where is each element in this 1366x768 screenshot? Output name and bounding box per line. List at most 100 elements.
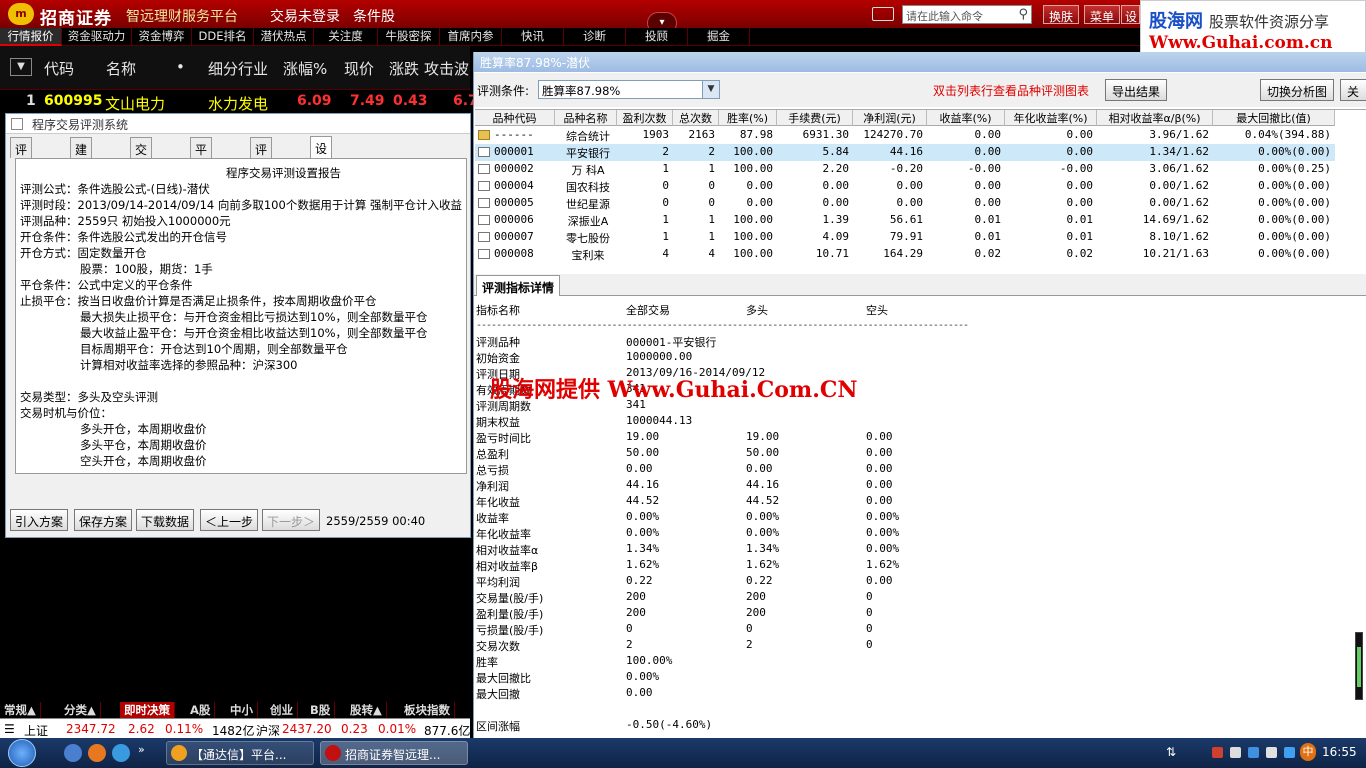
ie-icon[interactable] bbox=[112, 744, 130, 762]
table-row[interactable]: 1 600995 文山电力 水力发电 6.09 7.49 0.43 6.7 bbox=[0, 92, 478, 113]
tab-gem[interactable]: 创业 bbox=[266, 702, 298, 718]
tray-app-icon[interactable] bbox=[1248, 747, 1259, 758]
col-change[interactable]: 涨跌 bbox=[389, 58, 419, 79]
chevron-right-icon[interactable]: » bbox=[138, 743, 145, 756]
file-icon bbox=[478, 232, 490, 242]
column-header[interactable]: 手续费(元) bbox=[777, 110, 853, 126]
col-dot[interactable]: • bbox=[176, 58, 185, 76]
nav-bull-detect[interactable]: 牛股密探 bbox=[378, 28, 440, 46]
col-code[interactable]: 代码 bbox=[44, 58, 74, 79]
column-header[interactable]: 净利润(元) bbox=[853, 110, 927, 126]
tab-eval-items[interactable]: 评测品种 bbox=[250, 137, 273, 208]
col-wave[interactable]: 攻击波 bbox=[424, 58, 470, 79]
hs-label[interactable]: 沪深 bbox=[256, 722, 280, 739]
tray-arrow-icon[interactable] bbox=[1212, 747, 1223, 758]
vertical-scrollbar[interactable] bbox=[1355, 632, 1363, 700]
column-header[interactable]: 盈利次数 bbox=[617, 110, 673, 126]
tab-regular[interactable]: 常规▲ bbox=[0, 702, 41, 718]
tab-settings-report[interactable]: 设置报告 bbox=[310, 136, 333, 207]
tab-b-share[interactable]: B股 bbox=[306, 702, 336, 718]
volume-icon[interactable] bbox=[1230, 747, 1241, 758]
table-row[interactable]: 000006 深振业A 1 1 100.00 1.39 56.61 0.01 0.01 14.69… bbox=[475, 212, 1335, 229]
tab-a-share[interactable]: A股 bbox=[186, 702, 216, 718]
condition-select[interactable]: 胜算率87.98% ▼ bbox=[538, 80, 720, 99]
tab-sme[interactable]: 中小 bbox=[226, 702, 258, 718]
table-row[interactable]: 000008 宝利来 4 4 100.00 10.71 164.29 0.02 0.02 10.2… bbox=[475, 246, 1335, 263]
next-step-button[interactable]: 下一步＞ bbox=[262, 509, 321, 531]
column-header[interactable]: 品种名称 bbox=[555, 110, 617, 126]
detail-cell: 0.00 bbox=[866, 574, 893, 587]
column-header[interactable]: 品种代码 bbox=[475, 110, 555, 126]
nav-diagnose[interactable]: 诊断 bbox=[564, 28, 626, 46]
taskbar-tdx-window[interactable]: 【通达信】平台... bbox=[166, 741, 314, 765]
condition-stock-link[interactable]: 条件股 bbox=[353, 6, 395, 26]
nav-dig[interactable]: 掘金 bbox=[688, 28, 750, 46]
desktop-icon[interactable] bbox=[64, 744, 82, 762]
column-header[interactable]: 最大回撤比(值) bbox=[1213, 110, 1335, 126]
tab-sector-index[interactable]: 板块指数 bbox=[400, 702, 455, 718]
tab-trade-mode[interactable]: 交易方式 bbox=[130, 137, 153, 208]
ad-tagline: 股票软件资源分享 bbox=[1209, 13, 1330, 31]
nav-attention[interactable]: 关注度 bbox=[314, 28, 378, 46]
clock[interactable]: 16:55 bbox=[1322, 745, 1357, 759]
col-name[interactable]: 名称 bbox=[106, 58, 136, 79]
nav-capital-game[interactable]: 资金博弈 bbox=[132, 28, 192, 46]
sh-label[interactable]: 上证 bbox=[24, 722, 48, 739]
keyboard-icon[interactable] bbox=[872, 7, 894, 21]
table-row[interactable]: 000004 国农科技 0 0 0.00 0.00 0.00 0.00 0.00 0.00/1.6… bbox=[475, 178, 1335, 195]
download-data-button[interactable]: 下载数据 bbox=[136, 509, 195, 531]
export-result-button[interactable]: 导出结果 bbox=[1105, 79, 1168, 101]
tab-eval-formula[interactable]: 评测公式 bbox=[10, 137, 33, 208]
tab-share-transfer[interactable]: 股转▲ bbox=[346, 702, 387, 718]
taskbar-zszq-window[interactable]: 招商证券智远理... bbox=[320, 741, 468, 765]
ime-indicator[interactable]: 中 bbox=[1300, 743, 1316, 761]
settings-button[interactable]: 设 bbox=[1121, 5, 1140, 24]
nav-advisor[interactable]: 投顾 bbox=[626, 28, 688, 46]
col-pct[interactable]: 涨幅% bbox=[283, 58, 327, 79]
start-button[interactable] bbox=[2, 738, 52, 768]
prev-step-button[interactable]: ＜上一步 bbox=[200, 509, 259, 531]
col-industry[interactable]: 细分行业 bbox=[208, 58, 268, 79]
nav-latent-hot[interactable]: 潜伏热点 bbox=[254, 28, 314, 46]
tab-eval-detail[interactable]: 评测指标详情 bbox=[476, 275, 561, 296]
nav-news[interactable]: 快讯 bbox=[502, 28, 564, 46]
column-header[interactable]: 年化收益率(%) bbox=[1005, 110, 1097, 126]
column-header[interactable]: 总次数 bbox=[673, 110, 719, 126]
network-icon[interactable]: ⇅ bbox=[1166, 745, 1176, 759]
tab-instant-decision[interactable]: 即时决策 bbox=[120, 702, 175, 718]
report-line: 最大损失止损平仓：与开仓资金相比亏损达到10%，则全部数量平仓 bbox=[80, 310, 428, 324]
nav-dde-rank[interactable]: DDE排名 bbox=[192, 28, 254, 46]
column-header[interactable]: 收益率(%) bbox=[927, 110, 1005, 126]
shield-icon[interactable] bbox=[1284, 747, 1295, 758]
table-row[interactable]: ------ 综合统计 1903 2163 87.98 6931.30 124270.70 0… bbox=[475, 127, 1335, 144]
nav-quotes[interactable]: 行情报价 bbox=[0, 28, 62, 46]
switch-chart-button[interactable]: 切换分析图 bbox=[1260, 79, 1335, 101]
index-menu-icon[interactable]: ☰ bbox=[4, 722, 15, 736]
firefox-icon[interactable] bbox=[88, 744, 106, 762]
nav-chief-ref[interactable]: 首席内参 bbox=[440, 28, 502, 46]
table-row[interactable]: 000002 万 科A 1 1 100.00 2.20 -0.20 -0.00 -0.00 3.0… bbox=[475, 161, 1335, 178]
col-price[interactable]: 现价 bbox=[344, 58, 374, 79]
tab-category[interactable]: 分类▲ bbox=[60, 702, 101, 718]
table-row[interactable]: 000007 零七股份 1 1 100.00 4.09 79.91 0.01 0.01 8.10/… bbox=[475, 229, 1335, 246]
save-plan-button[interactable]: 保存方案 bbox=[74, 509, 133, 531]
search-icon[interactable]: ⚲ bbox=[1018, 7, 1028, 22]
tab-open-rules[interactable]: 建仓规则 bbox=[70, 137, 93, 208]
chevron-down-icon[interactable]: ▼ bbox=[702, 81, 719, 98]
skin-button[interactable]: 换肤 bbox=[1043, 5, 1080, 24]
login-status[interactable]: 交易未登录 bbox=[270, 6, 340, 26]
scrollbar-thumb[interactable] bbox=[1357, 647, 1361, 687]
nav-capital-drive[interactable]: 资金驱动力 bbox=[62, 28, 132, 46]
table-row[interactable]: 000005 世纪星源 0 0 0.00 0.00 0.00 0.00 0.00 0.00/1.6… bbox=[475, 195, 1335, 212]
table-row[interactable]: 000001 平安银行 2 2 100.00 5.84 44.16 0.00 0.00 1.34/… bbox=[475, 144, 1335, 161]
import-plan-button[interactable]: 引入方案 bbox=[10, 509, 69, 531]
menu-button[interactable]: 菜单 bbox=[1084, 5, 1121, 24]
column-header[interactable]: 相对收益率α/β(%) bbox=[1097, 110, 1213, 126]
command-input[interactable]: 请在此输入命令 ⚲ bbox=[902, 5, 1032, 24]
column-menu-icon[interactable]: ▼ bbox=[10, 58, 32, 76]
column-header[interactable]: 胜率(%) bbox=[719, 110, 777, 126]
detail-cell: 0 bbox=[866, 606, 873, 619]
tray-flag-icon[interactable] bbox=[1266, 747, 1277, 758]
close-button[interactable]: 关 bbox=[1340, 79, 1366, 101]
tab-close-rules[interactable]: 平仓规则 bbox=[190, 137, 213, 208]
